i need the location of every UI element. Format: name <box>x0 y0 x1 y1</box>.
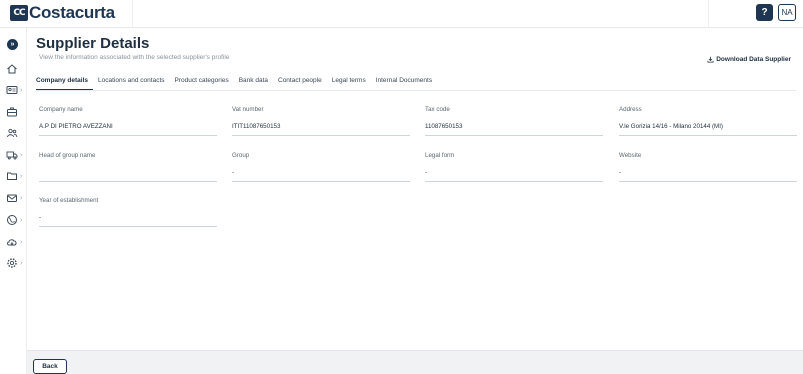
vat-number-value: ITIT11087650153 <box>232 123 281 130</box>
tab-internal-documents[interactable]: Internal Documents <box>371 76 437 90</box>
field-label: Year of establishment <box>39 197 99 204</box>
main-content: Supplier Details View the information as… <box>27 28 803 350</box>
footer-bar: Back <box>27 350 803 374</box>
divider <box>132 0 133 28</box>
company-name-value: A.P DI PIETRO AVEZZANI <box>39 123 113 130</box>
legal-form-value: - <box>425 169 428 176</box>
field-head-of-group: Head of group name <box>39 152 217 182</box>
field-legal-form: Legal form - <box>425 152 603 182</box>
address-value: V.le Gorizia 14/16 - Milano 20144 (MI) <box>619 123 723 130</box>
tab-bar: Company details Locations and contacts P… <box>36 76 437 90</box>
sidebar-item-truck[interactable]: › <box>6 148 26 162</box>
sidebar-item-briefcase[interactable] <box>6 105 26 119</box>
field-label: Tax code <box>425 106 450 113</box>
chevron-right-icon: › <box>20 86 23 94</box>
chevron-right-icon: › <box>20 151 23 159</box>
help-button[interactable]: ? <box>756 4 773 21</box>
tab-product-categories[interactable]: Product categories <box>170 76 234 90</box>
sidebar-item-home[interactable] <box>6 62 26 76</box>
sidebar-item-globe[interactable]: › <box>6 213 26 227</box>
website-value: - <box>619 169 622 176</box>
mail-icon <box>7 194 17 202</box>
field-underline <box>232 181 410 182</box>
field-underline <box>425 135 603 136</box>
field-label: Website <box>619 152 642 159</box>
tax-code-value: 11087650153 <box>425 123 463 130</box>
back-button[interactable]: Back <box>33 359 67 374</box>
tab-contact-people[interactable]: Contact people <box>273 76 327 90</box>
download-icon <box>707 56 714 63</box>
page-subtitle: View the information associated with the… <box>39 54 230 61</box>
field-address: Address V.le Gorizia 14/16 - Milano 2014… <box>619 106 797 136</box>
chevron-right-icon: › <box>20 194 23 202</box>
field-underline <box>39 135 217 136</box>
field-underline <box>39 226 217 227</box>
globe-icon <box>7 215 17 225</box>
settings-icon <box>7 258 17 268</box>
cloud-download-icon <box>7 239 17 246</box>
field-underline <box>619 181 797 182</box>
chevron-right-icon: › <box>20 172 23 180</box>
chevron-right-icon: › <box>20 216 23 224</box>
field-label: Vat number <box>232 106 264 113</box>
folder-icon <box>7 172 17 180</box>
sidebar-item-users[interactable] <box>6 126 26 140</box>
logo-text: Costacurta <box>29 3 115 22</box>
tab-company-details[interactable]: Company details <box>36 76 94 90</box>
download-label: Download Data Supplier <box>716 56 791 63</box>
sidebar-item-folder[interactable]: › <box>6 169 26 183</box>
field-underline <box>619 135 797 136</box>
home-icon <box>7 64 17 74</box>
logo[interactable]: CC Costacurta <box>10 3 115 23</box>
field-underline <box>425 181 603 182</box>
page-title: Supplier Details <box>36 35 150 52</box>
field-label: Legal form <box>425 152 455 159</box>
user-avatar[interactable]: NA <box>778 4 796 21</box>
sidebar-item-id-card[interactable]: › <box>6 83 26 97</box>
year-established-value: - <box>39 214 42 221</box>
sidebar: » › › › › › › › <box>0 28 27 374</box>
sidebar-item-mail[interactable]: › <box>6 191 26 205</box>
field-website: Website - <box>619 152 797 182</box>
field-label: Company name <box>39 106 83 113</box>
briefcase-icon <box>7 107 17 117</box>
tab-bank-data[interactable]: Bank data <box>234 76 273 90</box>
users-icon <box>7 128 18 138</box>
sidebar-item-settings[interactable]: › <box>6 256 26 270</box>
field-label: Address <box>619 106 642 113</box>
group-value: - <box>232 169 235 176</box>
field-company-name: Company name A.P DI PIETRO AVEZZANI <box>39 106 217 136</box>
field-year-established: Year of establishment - <box>39 197 217 227</box>
expand-sidebar-icon[interactable]: » <box>7 39 18 50</box>
truck-icon <box>6 151 18 160</box>
logo-mark: CC <box>10 5 28 21</box>
head-of-group-value <box>39 169 217 179</box>
field-label: Head of group name <box>39 152 96 159</box>
field-vat-number: Vat number ITIT11087650153 <box>232 106 410 136</box>
chevron-right-icon: › <box>20 259 23 267</box>
chevron-right-icon: › <box>20 238 23 246</box>
tab-locations-contacts[interactable]: Locations and contacts <box>93 76 170 90</box>
field-group: Group - <box>232 152 410 182</box>
divider <box>708 0 709 28</box>
field-label: Group <box>232 152 250 159</box>
download-data-button[interactable]: Download Data Supplier <box>707 56 791 63</box>
field-tax-code: Tax code 11087650153 <box>425 106 603 136</box>
id-card-icon <box>6 86 18 94</box>
field-underline <box>39 181 217 182</box>
tabs-divider <box>36 90 796 91</box>
sidebar-item-cloud[interactable]: › <box>6 235 26 249</box>
field-underline <box>232 135 410 136</box>
top-bar: CC Costacurta ? NA <box>0 0 803 28</box>
tab-legal-terms[interactable]: Legal terms <box>327 76 371 90</box>
